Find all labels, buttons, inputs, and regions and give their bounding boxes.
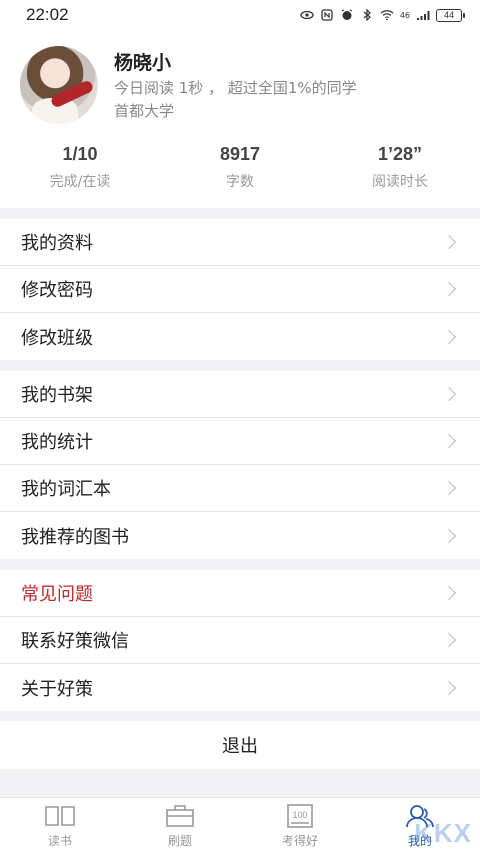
menu-item-faq[interactable]: 常见问题 — [0, 570, 480, 617]
menu-item-change-class[interactable]: 修改班级 — [0, 313, 480, 360]
menu-item-recommended-books[interactable]: 我推荐的图书 — [0, 512, 480, 559]
menu-item-label: 我的词汇本 — [21, 479, 111, 500]
chevron-right-icon — [441, 433, 457, 449]
menu-item-label: 联系好策微信 — [21, 631, 129, 652]
menu-group-library: 我的书架 我的统计 我的词汇本 我推荐的图书 — [0, 371, 480, 559]
battery-indicator: 44 — [436, 8, 465, 22]
chevron-right-icon — [441, 585, 457, 601]
signal-icon — [417, 11, 430, 20]
network-type: 46 — [399, 10, 410, 20]
menu-item-statistics[interactable]: 我的统计 — [0, 418, 480, 465]
chevron-right-icon — [441, 329, 457, 344]
menu-item-label: 修改密码 — [21, 280, 93, 301]
menu-group-support: 常见问题 联系好策微信 关于好策 — [0, 570, 480, 711]
stat-label: 字数 — [226, 174, 254, 190]
menu-item-my-profile[interactable]: 我的资料 — [0, 219, 480, 266]
menu-item-label: 修改班级 — [21, 327, 93, 349]
menu-item-vocabulary[interactable]: 我的词汇本 — [0, 465, 480, 512]
svg-text:100: 100 — [292, 810, 307, 820]
menu-item-label: 我推荐的图书 — [21, 526, 129, 548]
menu-group-account: 我的资料 修改密码 修改班级 — [0, 219, 480, 360]
eye-icon — [300, 10, 314, 20]
avatar[interactable] — [20, 46, 98, 124]
stat-label: 阅读时长 — [372, 174, 428, 190]
chevron-right-icon — [441, 480, 457, 496]
status-time: 22:02 — [26, 5, 69, 24]
tab-label: 考得好 — [281, 833, 318, 848]
bluetooth-icon — [363, 9, 371, 21]
book-icon — [44, 803, 76, 829]
chevron-right-icon — [441, 281, 457, 297]
user-name: 杨晓小 — [114, 52, 172, 74]
tab-label: 读书 — [47, 833, 72, 848]
stat-reading-time: 1’28” 阅读时长 — [320, 144, 480, 200]
watermark-logo: KKX — [414, 818, 472, 848]
wifi-icon — [380, 10, 394, 21]
tab-label: 刷题 — [167, 833, 192, 848]
stats-row: 1/10 完成/在读 8917 字数 1’28” 阅读时长 — [0, 144, 480, 200]
stat-value: 8917 — [219, 144, 261, 164]
stat-label: 完成/在读 — [49, 174, 111, 190]
chevron-right-icon — [441, 234, 457, 250]
chevron-right-icon — [441, 632, 457, 648]
menu-item-label: 我的书架 — [21, 385, 93, 406]
menu-item-about[interactable]: 关于好策 — [0, 664, 480, 711]
menu-item-change-password[interactable]: 修改密码 — [0, 266, 480, 313]
stat-value: 1’28” — [377, 144, 423, 164]
profile-card: 杨晓小 今日阅读 1秒 ， 超过全国1%的同学 首都大学 1/10 完成/在读 … — [0, 30, 480, 208]
tab-reading[interactable]: 读书 — [0, 798, 120, 853]
status-bar: 22:02 46 44 — [0, 0, 480, 30]
user-school: 首都大学 — [114, 102, 175, 120]
chevron-right-icon — [441, 386, 457, 402]
logout-button[interactable]: 退出 — [0, 721, 480, 769]
tab-practice[interactable]: 刷题 — [120, 798, 240, 853]
reading-summary: 今日阅读 1秒 ， 超过全国1%的同学 — [114, 79, 357, 97]
toolbox-icon — [164, 803, 196, 829]
alarm-icon — [341, 9, 353, 20]
tab-exam[interactable]: 100 考得好 — [240, 798, 360, 853]
stat-completed: 1/10 完成/在读 — [0, 144, 160, 200]
menu-item-bookshelf[interactable]: 我的书架 — [0, 371, 480, 418]
menu-item-label: 我的资料 — [21, 233, 93, 254]
stat-value: 1/10 — [62, 144, 98, 164]
nfc-icon — [321, 9, 333, 21]
menu-item-wechat-contact[interactable]: 联系好策微信 — [0, 617, 480, 664]
status-icons: 46 44 — [300, 8, 465, 22]
chevron-right-icon — [441, 528, 457, 543]
chevron-right-icon — [441, 680, 457, 695]
menu-item-label: 常见问题 — [21, 584, 93, 605]
menu-item-label: 我的统计 — [21, 432, 93, 453]
stat-words: 8917 字数 — [160, 144, 320, 200]
bottom-tab-bar: 读书 刷题 100 考得好 我的 — [0, 797, 480, 853]
menu-item-label: 关于好策 — [21, 678, 93, 700]
score-100-icon: 100 — [284, 803, 316, 829]
